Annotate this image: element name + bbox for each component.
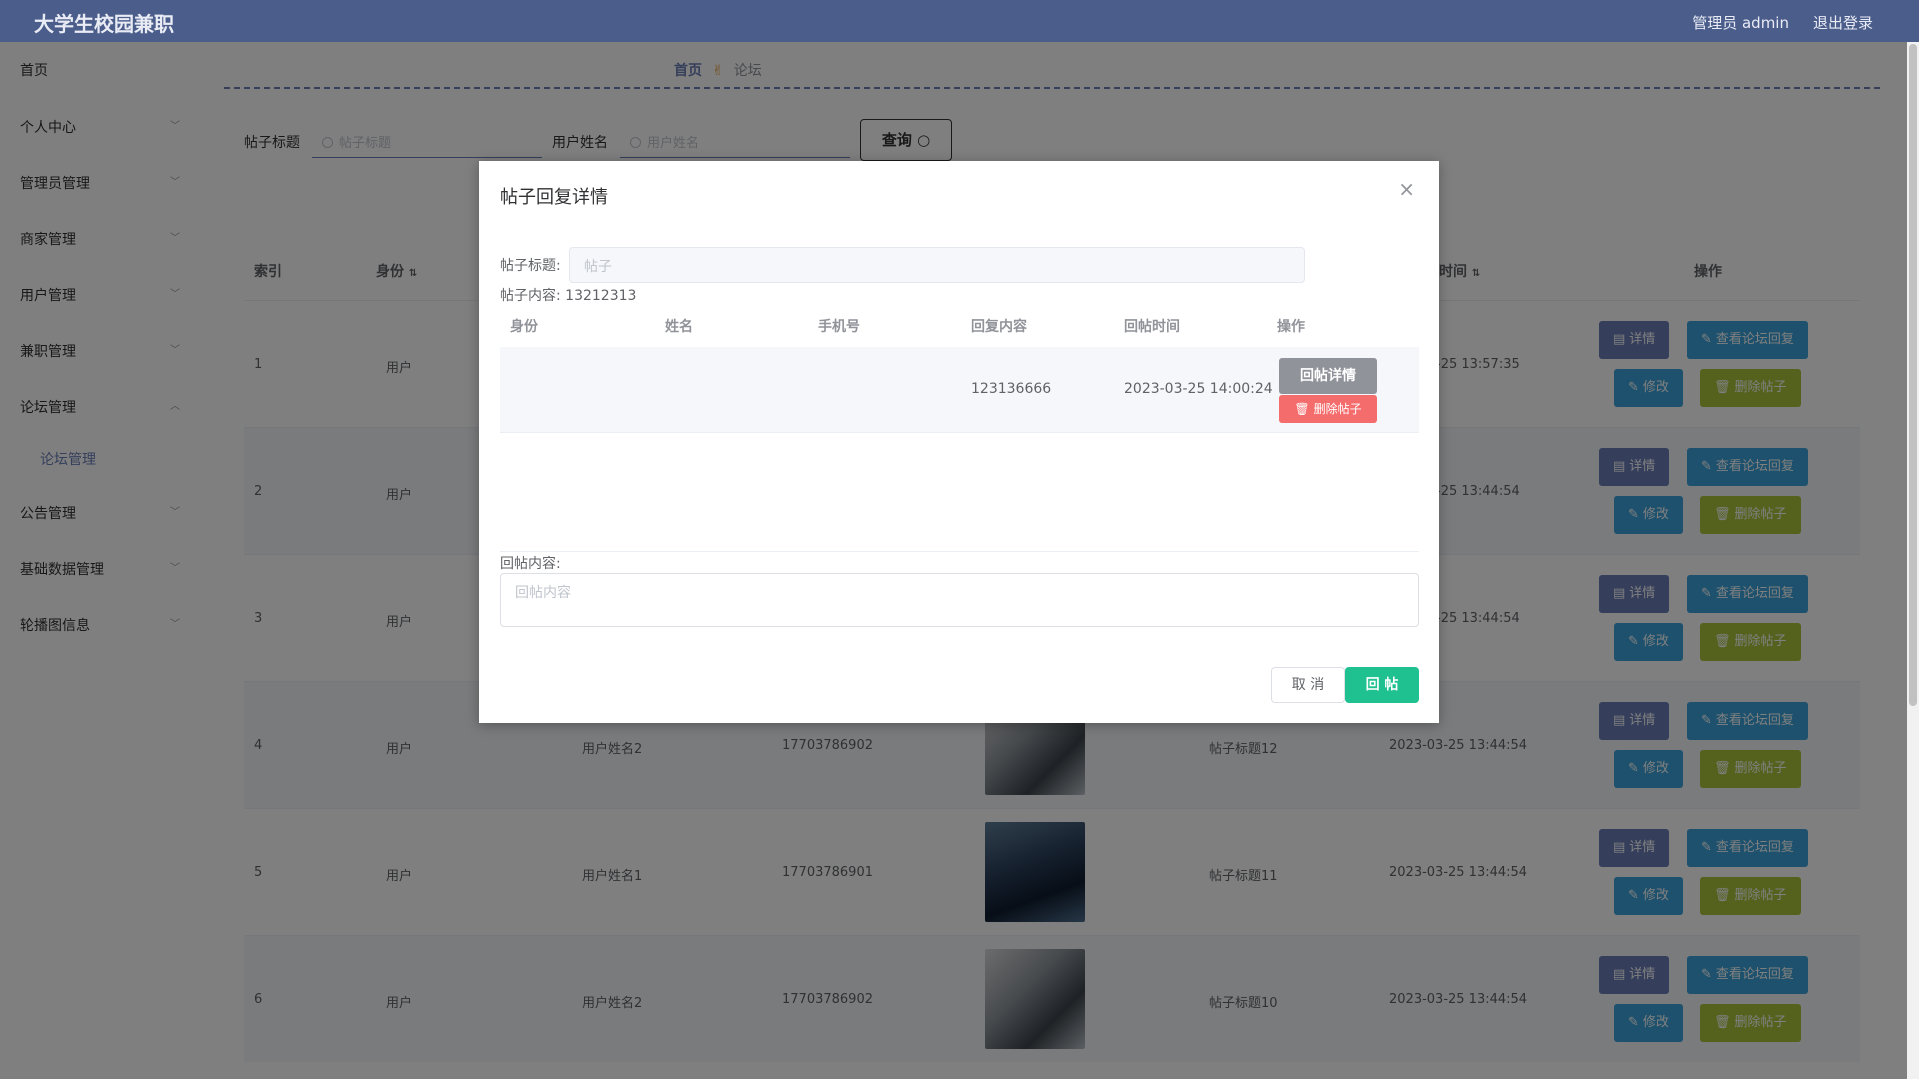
cancel-button[interactable]: 取 消 bbox=[1271, 667, 1345, 703]
delete-reply-button[interactable]: 🗑 删除帖子 bbox=[1279, 395, 1377, 423]
reply-content: 123136666 bbox=[971, 381, 1052, 397]
dialog-title: 帖子回复详情 bbox=[500, 187, 608, 208]
delete-reply-button-label: 删除帖子 bbox=[1313, 402, 1362, 416]
logout-link[interactable]: 退出登录 bbox=[1813, 12, 1873, 33]
reply-row: 123136666 2023-03-25 14:00:24 回帖详情 🗑 删除帖子 bbox=[500, 347, 1419, 433]
reply-content-label: 回帖内容: bbox=[500, 556, 561, 572]
reply-header-phone: 手机号 bbox=[818, 319, 860, 335]
reply-detail-button[interactable]: 回帖详情 bbox=[1279, 358, 1377, 394]
reply-header-name: 姓名 bbox=[665, 319, 693, 335]
reply-header-content: 回复内容 bbox=[971, 319, 1027, 335]
reply-header-actions: 操作 bbox=[1277, 319, 1305, 335]
scrollbar-thumb[interactable] bbox=[1909, 44, 1917, 706]
post-content-label-text: 帖子内容: bbox=[500, 288, 561, 304]
divider bbox=[500, 551, 1419, 552]
post-title-field[interactable]: 帖子 bbox=[569, 247, 1305, 283]
reply-detail-dialog: 帖子回复详情 × 帖子标题: 帖子 帖子内容: 13212313 身份 姓名 手… bbox=[479, 161, 1439, 723]
submit-reply-button[interactable]: 回 帖 bbox=[1345, 667, 1419, 703]
post-title-label: 帖子标题: bbox=[500, 258, 561, 274]
reply-header-time: 回帖时间 bbox=[1124, 319, 1180, 335]
post-content-value: 13212313 bbox=[565, 288, 637, 304]
admin-label: 管理员 admin bbox=[1692, 14, 1789, 32]
close-icon[interactable]: × bbox=[1398, 177, 1415, 201]
trash-icon: 🗑 bbox=[1294, 402, 1310, 416]
reply-content-textarea[interactable]: 回帖内容 bbox=[500, 573, 1419, 627]
reply-time: 2023-03-25 14:00:24 bbox=[1124, 381, 1273, 397]
top-header: 大学生校园兼职 管理员 admin 退出登录 bbox=[0, 0, 1919, 42]
reply-header-identity: 身份 bbox=[510, 319, 538, 335]
post-content-label: 帖子内容: 13212313 bbox=[500, 285, 636, 305]
app-brand: 大学生校园兼职 bbox=[34, 12, 174, 36]
